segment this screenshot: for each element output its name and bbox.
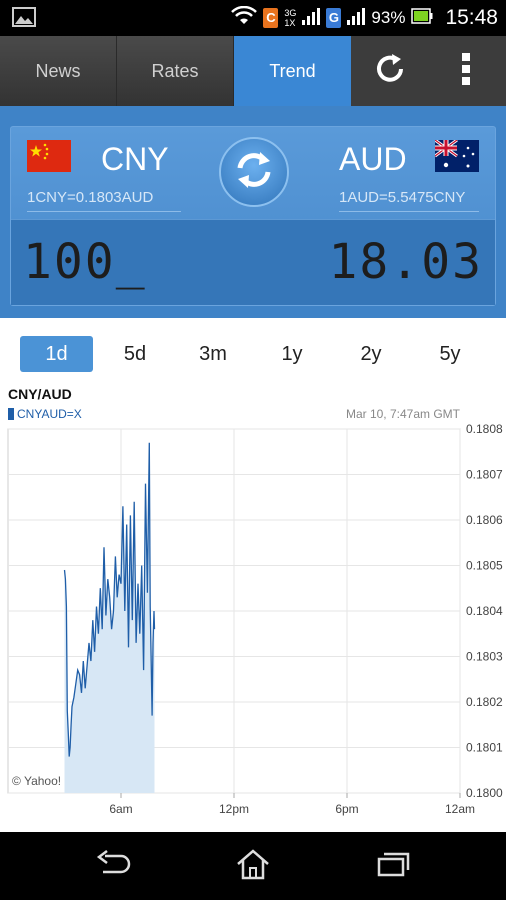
x-tick-label: 6am: [109, 802, 132, 816]
signal-icon-2: [347, 6, 366, 31]
converter-panel: CNY 1CNY=0.1803AUD AUD 1AUD=5.5475CNY 10…: [0, 106, 506, 318]
g-badge: G: [326, 8, 342, 28]
y-tick-label: 0.1802: [466, 695, 503, 709]
signal-icon: [302, 6, 321, 31]
range-5y[interactable]: 5y: [415, 336, 485, 372]
to-amount-output: 18.03: [328, 234, 483, 290]
carrier-badge: C: [263, 8, 279, 28]
range-1d[interactable]: 1d: [20, 336, 93, 372]
tab-trend[interactable]: Trend: [234, 36, 351, 106]
tab-rates[interactable]: Rates: [117, 36, 234, 106]
tab-news[interactable]: News: [0, 36, 117, 106]
overflow-menu-icon: [461, 51, 471, 92]
battery-percent: 93%: [371, 8, 406, 27]
range-1y[interactable]: 1y: [257, 336, 327, 372]
chart-timestamp: Mar 10, 7:47am GMT: [345, 407, 460, 421]
x-tick-label: 6pm: [335, 802, 358, 816]
network-type-label: 3G 1X: [284, 8, 297, 28]
image-notification-icon: [12, 6, 36, 28]
trend-chart-panel: 1d 5d 3m 1y 2y 5y CNY/AUD CNYAUD=X Mar 1…: [0, 318, 506, 832]
chart-series-label: CNYAUD=X: [8, 407, 82, 421]
y-tick-label: 0.1804: [466, 604, 503, 618]
divider: [339, 211, 479, 212]
home-icon: [235, 848, 271, 885]
wifi-icon: [231, 5, 258, 31]
recent-apps-button[interactable]: [373, 848, 413, 884]
navigation-bar: [0, 832, 506, 900]
australia-flag-icon[interactable]: [434, 138, 479, 172]
home-button[interactable]: [233, 848, 273, 884]
back-button[interactable]: [93, 848, 133, 884]
chart-credit: © Yahoo!: [12, 774, 61, 788]
swap-arrows-icon: [232, 148, 276, 197]
chart-plot: 0.1808 0.1807 0.1806 0.1805 0.1804 0.1803 0.18…: [7, 423, 503, 816]
from-amount-input[interactable]: 100_: [23, 234, 147, 290]
status-bar: C 3G 1X G 93% 15:48: [0, 0, 506, 36]
y-tick-label: 0.1805: [466, 559, 503, 573]
y-tick-label: 0.1800: [466, 786, 503, 800]
x-tick-label: 12pm: [219, 802, 249, 816]
y-tick-label: 0.1806: [466, 513, 503, 527]
divider: [27, 211, 181, 212]
range-2y[interactable]: 2y: [336, 336, 406, 372]
to-currency-code[interactable]: AUD: [339, 141, 407, 178]
from-currency-code[interactable]: CNY: [101, 141, 169, 178]
series-swatch: [8, 408, 14, 420]
amount-row: 100_ 18.03: [11, 219, 495, 305]
range-selector: 1d 5d 3m 1y 2y 5y: [0, 336, 506, 372]
refresh-button[interactable]: [351, 36, 429, 106]
recent-apps-icon: [375, 850, 411, 883]
clock: 15:48: [445, 6, 498, 29]
to-rate: 1AUD=5.5475CNY: [339, 189, 466, 206]
chart-title: CNY/AUD: [8, 386, 72, 402]
overflow-menu-button[interactable]: [429, 36, 503, 106]
refresh-icon: [372, 51, 408, 92]
from-rate: 1CNY=0.1803AUD: [27, 189, 154, 206]
x-tick-label: 12am: [445, 802, 475, 816]
swap-button[interactable]: [219, 137, 289, 207]
back-icon: [95, 849, 131, 883]
battery-icon: [411, 7, 433, 29]
range-5d[interactable]: 5d: [100, 336, 170, 372]
china-flag-icon[interactable]: [27, 140, 71, 172]
y-tick-label: 0.1803: [466, 650, 503, 664]
converter-card: CNY 1CNY=0.1803AUD AUD 1AUD=5.5475CNY 10…: [10, 126, 496, 306]
tab-bar: News Rates Trend: [0, 36, 506, 106]
y-tick-label: 0.1801: [466, 741, 503, 755]
range-3m[interactable]: 3m: [178, 336, 248, 372]
y-tick-label: 0.1808: [466, 423, 503, 436]
y-tick-label: 0.1807: [466, 468, 503, 482]
